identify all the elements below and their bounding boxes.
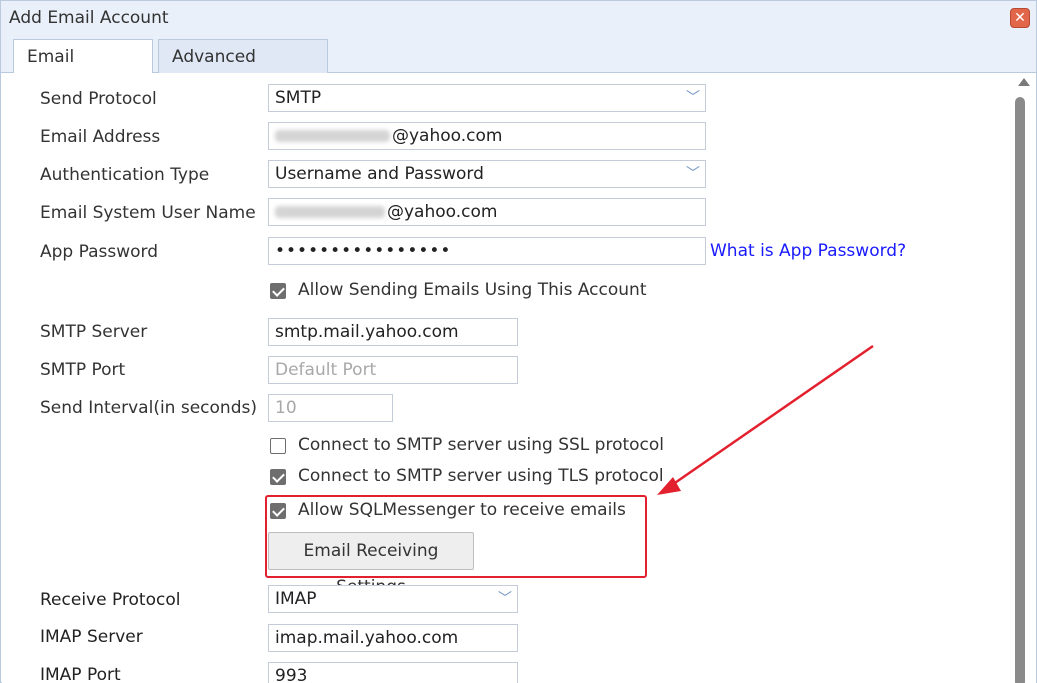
allow-receive-label: Allow SQLMessenger to receive emails [298,500,626,520]
email-address-field[interactable]: @yahoo.com [268,122,706,150]
add-email-account-dialog: Add Email Account ✕ Email Account Advanc… [0,0,1037,683]
allow-receive-checkbox[interactable]: Allow SQLMessenger to receive emails [270,500,640,524]
form-panel: Send Protocol SMTP ﹀ Email Address @yaho… [2,73,1012,683]
smtp-server-field[interactable]: smtp.mail.yahoo.com [268,318,518,346]
redacted-username [275,130,390,142]
allow-sending-checkbox[interactable]: Allow Sending Emails Using This Account [270,280,670,304]
system-user-label: Email System User Name [40,203,256,223]
send-interval-field[interactable]: 10 [268,394,393,422]
email-address-domain: @yahoo.com [392,126,503,146]
tab-email-account[interactable]: Email Account [13,39,153,101]
imap-server-field[interactable]: imap.mail.yahoo.com [268,624,518,652]
tls-label: Connect to SMTP server using TLS protoco… [298,466,664,486]
close-icon[interactable]: ✕ [1010,8,1030,28]
checkbox-checked-icon[interactable] [270,503,286,519]
chevron-down-icon: ﹀ [686,166,700,182]
scroll-thumb[interactable] [1015,97,1025,683]
app-password-label: App Password [40,242,159,262]
ssl-label: Connect to SMTP server using SSL protoco… [298,435,665,455]
tls-checkbox[interactable]: Connect to SMTP server using TLS protoco… [270,466,670,490]
tab-advanced-options[interactable]: Advanced Options [158,39,328,101]
title-bar: Add Email Account ✕ [1,1,1036,35]
smtp-port-label: SMTP Port [40,360,126,380]
redacted-username [275,206,385,218]
scroll-up-arrow-icon[interactable] [1018,78,1030,86]
app-password-help-link[interactable]: What is App Password? [710,241,906,261]
chevron-down-icon: ﹀ [686,90,700,106]
email-address-label: Email Address [40,127,161,147]
auth-type-label: Authentication Type [40,165,210,185]
dialog-title: Add Email Account [9,8,169,28]
system-user-domain: @yahoo.com [387,202,498,222]
send-protocol-select[interactable]: SMTP ﹀ [268,84,706,112]
send-protocol-label: Send Protocol [40,89,157,109]
system-user-field[interactable]: @yahoo.com [268,198,706,226]
receive-protocol-label: Receive Protocol [40,590,181,610]
allow-sending-label: Allow Sending Emails Using This Account [298,280,647,300]
vertical-scrollbar[interactable] [1012,73,1036,683]
smtp-port-field[interactable]: Default Port [268,356,518,384]
chevron-down-icon: ﹀ [498,591,512,607]
imap-port-field[interactable]: 993 [268,662,518,683]
receive-protocol-value: IMAP [275,589,317,609]
auth-type-value: Username and Password [275,164,484,184]
checkbox-checked-icon[interactable] [270,469,286,485]
imap-port-label: IMAP Port [40,665,121,683]
smtp-server-label: SMTP Server [40,322,148,342]
receive-protocol-select[interactable]: IMAP ﹀ [268,585,518,613]
email-receiving-settings-button[interactable]: Email Receiving Settings [268,532,474,597]
send-interval-label: Send Interval(in seconds) [40,398,257,418]
send-protocol-value: SMTP [275,88,322,108]
auth-type-select[interactable]: Username and Password ﹀ [268,160,706,188]
tab-strip: Email Account Advanced Options [1,35,1036,101]
checkbox-unchecked-icon[interactable] [270,438,286,454]
ssl-checkbox[interactable]: Connect to SMTP server using SSL protoco… [270,435,670,459]
imap-server-label: IMAP Server [40,627,143,647]
checkbox-checked-icon[interactable] [270,283,286,299]
app-password-field[interactable]: •••••••••••••••• [268,237,706,265]
